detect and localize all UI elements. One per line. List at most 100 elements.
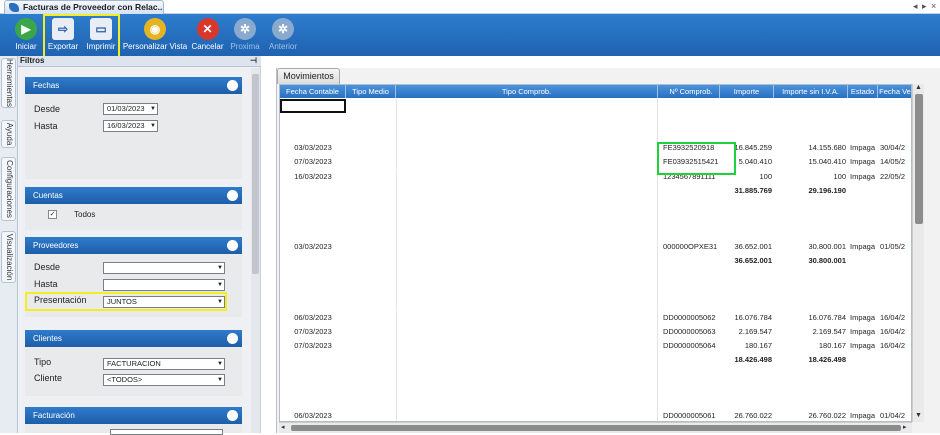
- table-row[interactable]: 06/03/2023 DD0000005062 16.076.784 16.076.7…: [280, 310, 911, 325]
- table-cell[interactable]: Impaga: [848, 325, 878, 339]
- table-cell[interactable]: [658, 198, 720, 212]
- collapse-icon[interactable]: [227, 80, 238, 91]
- table-cell[interactable]: [396, 240, 658, 254]
- table-cell[interactable]: [280, 184, 346, 198]
- table-cell[interactable]: [396, 381, 658, 395]
- table-cell[interactable]: [346, 311, 396, 325]
- table-cell[interactable]: [848, 184, 878, 198]
- chevron-down-icon[interactable]: ▼: [217, 280, 223, 290]
- vertical-scroll-thumb[interactable]: [915, 94, 923, 224]
- table-cell[interactable]: [346, 282, 396, 296]
- table-row[interactable]: 03/03/2023 000000OPXE31 36.652.001 30.800.0…: [280, 240, 911, 254]
- table-cell[interactable]: Impaga: [848, 339, 878, 353]
- fecha-hasta-field[interactable]: 16/03/2023 ▼: [103, 120, 158, 132]
- column-header[interactable]: Tipo Medio: [346, 85, 396, 98]
- table-cell[interactable]: [658, 99, 720, 113]
- table-cell[interactable]: [346, 325, 396, 339]
- tipo-select[interactable]: FACTURACION ▼: [103, 358, 225, 370]
- table-cell[interactable]: [774, 282, 848, 296]
- table-cell[interactable]: 18.426.498: [720, 353, 774, 367]
- table-cell[interactable]: [346, 296, 396, 310]
- side-tab-ayuda[interactable]: Ayuda: [1, 120, 16, 148]
- side-tab-herramientas[interactable]: Herramientas: [1, 58, 16, 108]
- table-cell[interactable]: [774, 296, 848, 310]
- table-cell[interactable]: 30.800.001: [774, 240, 848, 254]
- table-cell[interactable]: [848, 353, 878, 367]
- table-cell[interactable]: DD0000005062: [658, 311, 720, 325]
- table-row[interactable]: 07/03/2023 FE03932515421 5.040.410 15.040.4…: [280, 155, 911, 170]
- proveedor-hasta-field[interactable]: ▼: [103, 279, 225, 291]
- table-cell[interactable]: [878, 113, 911, 127]
- group-cuentas-header[interactable]: Cuentas: [25, 187, 242, 204]
- table-row[interactable]: 07/03/2023 DD0000005063 2.169.547 2.169.547…: [280, 324, 911, 339]
- table-cell[interactable]: [346, 339, 396, 353]
- table-cell[interactable]: [774, 198, 848, 212]
- table-cell[interactable]: 29.196.190: [774, 184, 848, 198]
- group-proveedores-header[interactable]: Proveedores: [25, 237, 242, 254]
- todos-checkbox[interactable]: ✓: [48, 210, 57, 219]
- table-cell[interactable]: 16/04/2: [878, 339, 911, 353]
- table-cell[interactable]: [396, 141, 658, 156]
- table-cell[interactable]: [346, 113, 396, 127]
- document-tab[interactable]: Facturas de Proveedor con Relac...: [4, 0, 164, 14]
- table-row[interactable]: [280, 211, 911, 226]
- table-cell[interactable]: 2.169.547: [774, 325, 848, 339]
- table-row[interactable]: 07/03/2023 DD0000005064 180.167 180.167 Impa…: [280, 338, 911, 353]
- side-tab-configuraciones[interactable]: Configuraciones: [1, 157, 16, 221]
- table-cell[interactable]: [396, 127, 658, 142]
- personalizar-vista-button[interactable]: ◉ Personalizar Vista: [121, 17, 189, 55]
- table-cell[interactable]: [878, 353, 911, 367]
- table-cell[interactable]: [658, 184, 720, 198]
- table-cell[interactable]: [658, 212, 720, 226]
- column-header[interactable]: Fecha Ve: [878, 85, 911, 98]
- table-row[interactable]: [280, 381, 911, 395]
- proxima-button[interactable]: ✲ Proxima: [228, 17, 262, 55]
- column-header[interactable]: Importe: [720, 85, 774, 98]
- table-cell[interactable]: 16/03/2023: [280, 170, 346, 184]
- table-cell[interactable]: [774, 212, 848, 226]
- table-cell[interactable]: [774, 127, 848, 141]
- table-cell[interactable]: [878, 226, 911, 240]
- column-header[interactable]: Tipo Comprob.: [396, 85, 658, 98]
- table-cell[interactable]: 26.760.022: [774, 409, 848, 421]
- table-cell[interactable]: [658, 353, 720, 367]
- table-cell[interactable]: 03/03/2023: [280, 240, 346, 254]
- table-cell[interactable]: [396, 395, 658, 410]
- table-cell[interactable]: [878, 212, 911, 226]
- table-row[interactable]: [280, 282, 911, 297]
- table-cell[interactable]: [720, 212, 774, 226]
- table-cell[interactable]: 30.800.001: [774, 254, 848, 268]
- table-cell[interactable]: [658, 226, 720, 240]
- table-cell[interactable]: [280, 113, 346, 127]
- table-cell[interactable]: 36.652.001: [720, 254, 774, 268]
- table-cell[interactable]: [396, 113, 658, 128]
- table-cell[interactable]: Impaga: [848, 155, 878, 169]
- table-cell[interactable]: [878, 381, 911, 395]
- table-cell[interactable]: [280, 395, 346, 409]
- table-cell[interactable]: [396, 310, 658, 325]
- table-cell[interactable]: 18.426.498: [774, 353, 848, 367]
- table-cell[interactable]: [280, 353, 346, 367]
- table-cell[interactable]: [280, 254, 346, 268]
- table-cell[interactable]: [396, 282, 658, 297]
- table-cell[interactable]: [280, 381, 346, 395]
- table-cell[interactable]: [878, 127, 911, 141]
- tab-scroll-left-icon[interactable]: ◂: [913, 0, 918, 12]
- table-cell[interactable]: 07/03/2023: [280, 155, 346, 169]
- table-cell[interactable]: 2.169.547: [720, 325, 774, 339]
- table-cell[interactable]: 16.076.784: [720, 311, 774, 325]
- table-row[interactable]: [280, 225, 911, 240]
- table-cell[interactable]: [346, 212, 396, 226]
- table-cell[interactable]: 30/04/2: [878, 141, 911, 155]
- table-cell[interactable]: [774, 367, 848, 381]
- table-cell[interactable]: [774, 268, 848, 282]
- table-cell[interactable]: [848, 395, 878, 409]
- scroll-up-icon[interactable]: ▲: [915, 84, 922, 91]
- table-cell[interactable]: [396, 366, 658, 381]
- table-cell[interactable]: DD0000005061: [658, 409, 720, 421]
- table-cell[interactable]: [848, 282, 878, 296]
- table-cell[interactable]: [878, 367, 911, 381]
- table-cell[interactable]: [280, 282, 346, 296]
- table-cell[interactable]: [346, 353, 396, 367]
- table-cell[interactable]: [280, 268, 346, 282]
